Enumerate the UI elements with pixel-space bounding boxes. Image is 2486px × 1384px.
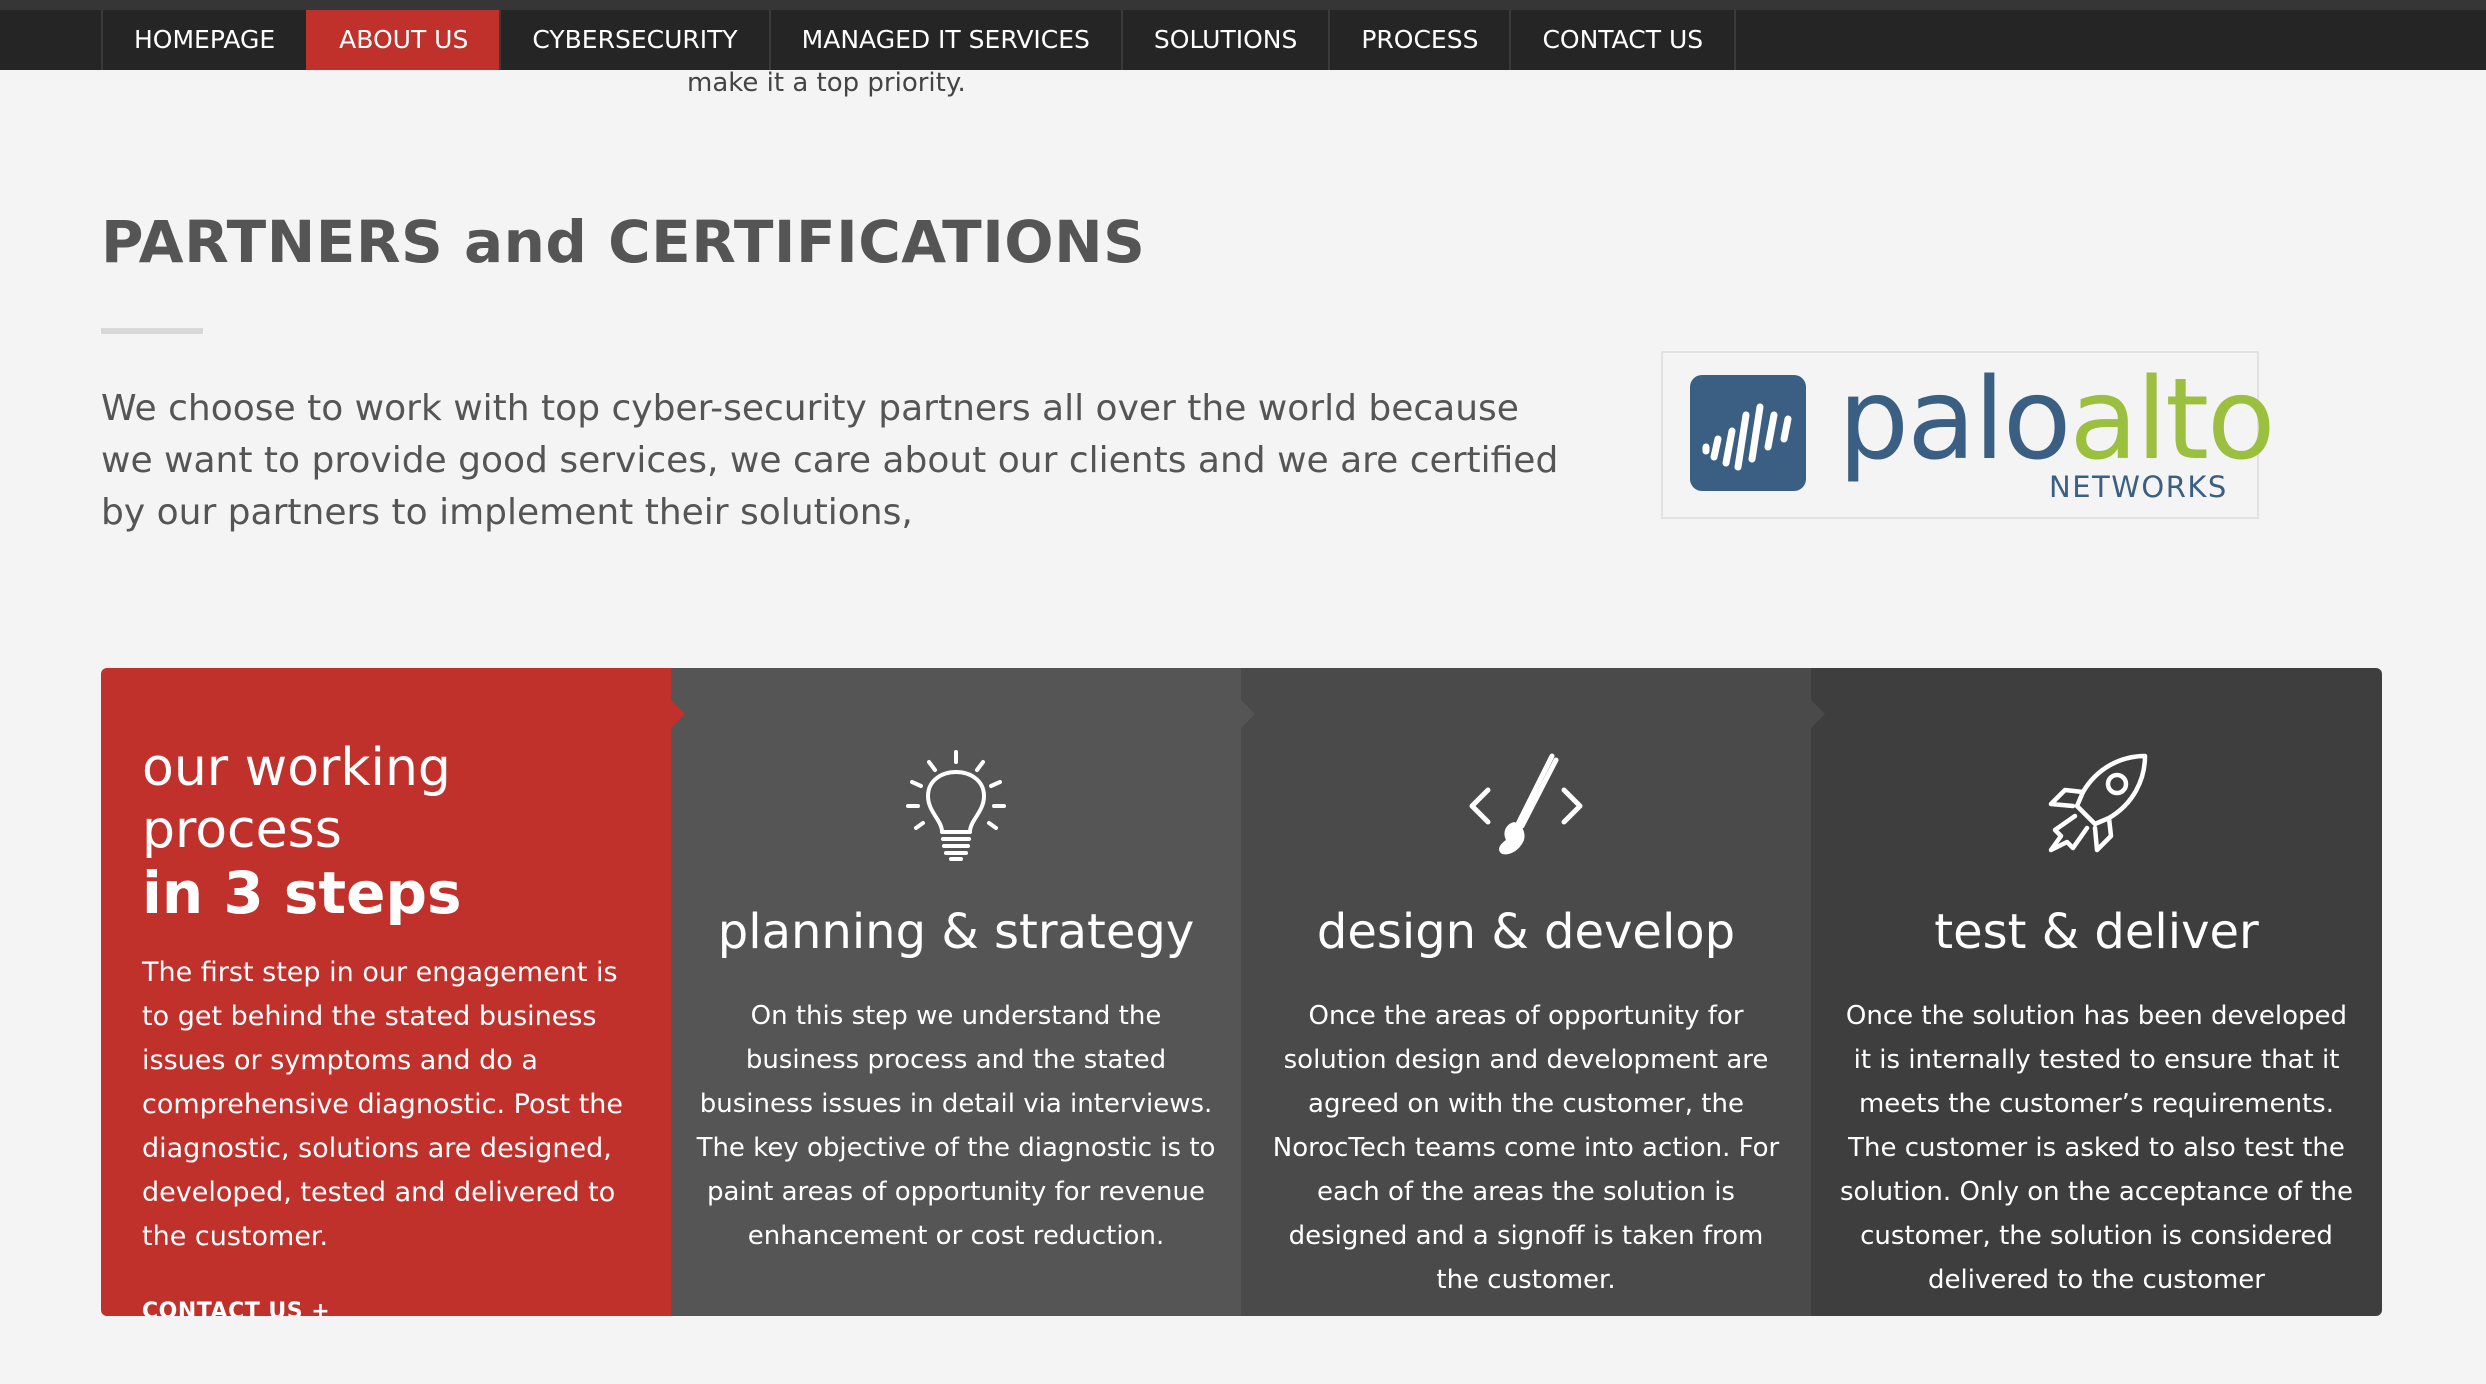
logo-word-palo: palo <box>1838 355 2071 485</box>
step-title: design & develop <box>1316 904 1736 960</box>
previous-section-tail-text: make it a top priority. <box>687 68 966 98</box>
paloalto-networks-logo[interactable]: paloalto NETWORKS <box>1661 351 2276 519</box>
step-panel-planning: planning & strategy On this step we unde… <box>671 668 1255 1316</box>
title-underline <box>101 328 203 334</box>
nav-item-homepage[interactable]: HOMEPAGE <box>101 10 306 70</box>
panel-arrow <box>1811 700 1825 728</box>
process-heading-light: our working process <box>142 738 451 860</box>
process-heading-bold: in 3 steps <box>142 859 462 927</box>
step-panel-deliver: test & deliver Once the solution has bee… <box>1811 668 2382 1316</box>
step-panel-design: design & develop Once the areas of oppor… <box>1241 668 1825 1316</box>
code-brush-icon <box>1469 753 1583 855</box>
contact-us-link[interactable]: CONTACT US + <box>142 1299 330 1316</box>
nav-item-process[interactable]: PROCESS <box>1328 10 1509 70</box>
logo-subtitle-networks: NETWORKS <box>2049 470 2228 504</box>
step-description: Once the areas of opportunity for soluti… <box>1272 1001 1780 1295</box>
panel-arrow <box>671 700 685 728</box>
main-menu: HOMEPAGE ABOUT US CYBERSECURITY MANAGED … <box>101 10 1737 70</box>
rocket-icon <box>2048 753 2147 853</box>
nav-item-cybersecurity[interactable]: CYBERSECURITY <box>499 10 768 70</box>
nav-item-solutions[interactable]: SOLUTIONS <box>1120 10 1328 70</box>
process-intro-text: The first step in our engagement is to g… <box>142 957 624 1252</box>
step-description: Once the solution has been developed it … <box>1839 1001 2354 1295</box>
working-process-section: our working process in 3 steps The first… <box>101 668 2382 1316</box>
process-intro-panel: our working process in 3 steps The first… <box>101 668 685 1316</box>
process-heading: our working process in 3 steps <box>142 737 633 925</box>
logo-word-alto: alto <box>2069 355 2275 485</box>
paloalto-wordmark: paloalto <box>1838 355 2276 485</box>
partners-description: We choose to work with top cyber-securit… <box>101 388 1559 533</box>
paloalto-mark-icon <box>1690 375 1806 491</box>
step-title: planning & strategy <box>717 904 1195 960</box>
nav-item-managed-it-services[interactable]: MANAGED IT SERVICES <box>768 10 1121 70</box>
nav-item-about-us[interactable]: ABOUT US <box>306 10 500 70</box>
step-title: test & deliver <box>1934 904 2259 960</box>
nav-item-contact-us[interactable]: CONTACT US <box>1509 10 1737 70</box>
top-navigation-bar: HOMEPAGE ABOUT US CYBERSECURITY MANAGED … <box>0 0 2486 70</box>
partners-section-title: PARTNERS and CERTIFICATIONS <box>101 208 1146 276</box>
lightbulb-icon <box>906 750 1006 861</box>
step-description: On this step we understand the business … <box>696 1001 1216 1251</box>
panel-arrow <box>1241 700 1255 728</box>
